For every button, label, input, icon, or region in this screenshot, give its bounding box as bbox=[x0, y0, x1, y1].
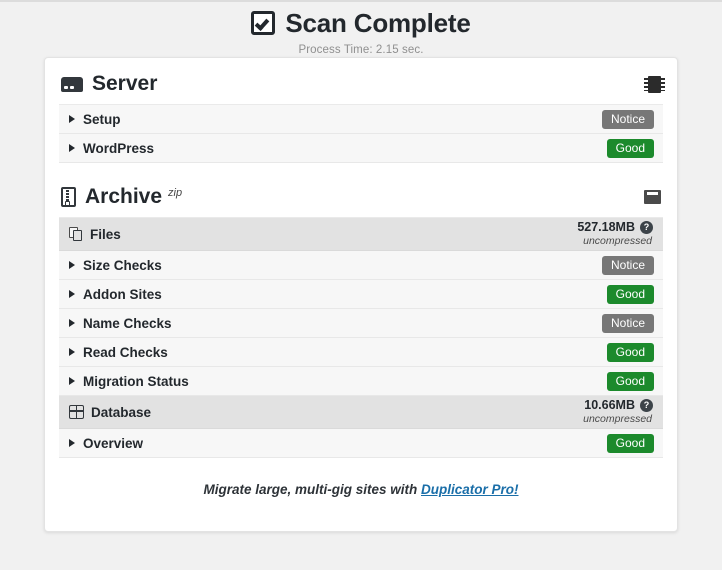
archive-format-superscript: zip bbox=[168, 187, 183, 199]
group-text: Files bbox=[90, 226, 121, 242]
help-circle-icon[interactable]: ? bbox=[640, 399, 653, 413]
chevron-right-icon[interactable] bbox=[69, 290, 75, 298]
row-text: Size Checks bbox=[83, 257, 162, 273]
status-badge: Good bbox=[606, 284, 654, 304]
row-text: Overview bbox=[83, 435, 144, 451]
row-label-migration-status: Migration Status bbox=[69, 374, 189, 389]
table-row[interactable]: Overview Good bbox=[59, 429, 663, 458]
row-text: Migration Status bbox=[83, 373, 189, 389]
group-text: Database bbox=[91, 404, 152, 420]
row-text: Addon Sites bbox=[83, 286, 162, 302]
files-size-note: uncompressed bbox=[583, 234, 652, 247]
chevron-right-icon[interactable] bbox=[69, 261, 75, 269]
microchip-icon bbox=[644, 75, 665, 93]
checkbox-checked-icon bbox=[251, 11, 276, 35]
table-row[interactable]: Addon Sites Good bbox=[59, 280, 663, 309]
status-badge: Notice bbox=[601, 313, 654, 333]
group-header-files[interactable]: Files 527.18MB ? uncompressed bbox=[59, 218, 663, 251]
file-zip-icon bbox=[61, 187, 76, 207]
section-label-archive: Archive bbox=[85, 185, 163, 208]
group-header-database[interactable]: Database 10.66MB ? uncompressed bbox=[59, 396, 663, 429]
process-time-text: Process Time: 2.15 sec. bbox=[298, 44, 424, 56]
footer-promo: Migrate large, multi-gig sites with Dupl… bbox=[59, 458, 663, 497]
row-text: Read Checks bbox=[83, 344, 168, 360]
row-text: Setup bbox=[83, 111, 121, 127]
page-title-row: Scan Complete bbox=[251, 8, 471, 38]
table-row[interactable]: Read Checks Good bbox=[59, 338, 663, 367]
duplicator-pro-link[interactable]: Duplicator Pro! bbox=[421, 482, 519, 497]
database-size-block: 10.66MB ? uncompressed bbox=[583, 399, 654, 424]
table-row[interactable]: Setup Notice bbox=[59, 105, 663, 134]
database-size-line: 10.66MB ? bbox=[583, 398, 653, 413]
section-label-server: Server bbox=[92, 72, 158, 95]
row-text: Name Checks bbox=[83, 315, 172, 331]
group-label-files: Files bbox=[69, 226, 121, 242]
group-label-database: Database bbox=[69, 405, 151, 420]
status-badge: Notice bbox=[601, 109, 654, 129]
copy-icon bbox=[69, 226, 83, 242]
database-size-note: uncompressed bbox=[583, 412, 652, 425]
table-row[interactable]: Migration Status Good bbox=[59, 367, 663, 396]
row-label-name-checks: Name Checks bbox=[69, 316, 172, 331]
status-badge: Good bbox=[606, 342, 654, 362]
scan-results-panel: Server Setup Notice WordPress Good Archi… bbox=[44, 57, 678, 532]
section-title-archive: Archive zip bbox=[61, 185, 182, 209]
row-label-overview: Overview bbox=[69, 436, 143, 451]
row-label-size-checks: Size Checks bbox=[69, 258, 162, 273]
page-title: Scan Complete bbox=[285, 8, 471, 38]
section-title-server: Server bbox=[61, 72, 157, 96]
chevron-right-icon[interactable] bbox=[69, 144, 75, 152]
status-badge: Notice bbox=[601, 255, 654, 275]
chevron-right-icon[interactable] bbox=[69, 115, 75, 123]
table-row[interactable]: Size Checks Notice bbox=[59, 251, 663, 280]
status-badge: Good bbox=[606, 138, 654, 158]
row-label-setup: Setup bbox=[69, 112, 121, 127]
chevron-right-icon[interactable] bbox=[69, 348, 75, 356]
chevron-right-icon[interactable] bbox=[69, 319, 75, 327]
hdd-icon bbox=[61, 76, 83, 92]
row-label-wordpress: WordPress bbox=[69, 141, 154, 156]
section-header-archive: Archive zip bbox=[59, 163, 663, 218]
row-label-read-checks: Read Checks bbox=[69, 345, 168, 360]
table-row[interactable]: WordPress Good bbox=[59, 134, 663, 163]
section-header-server: Server bbox=[59, 58, 665, 105]
status-badge: Good bbox=[606, 433, 654, 453]
row-text: WordPress bbox=[83, 140, 155, 156]
table-icon bbox=[69, 405, 84, 419]
row-label-addon-sites: Addon Sites bbox=[69, 287, 162, 302]
table-row[interactable]: Name Checks Notice bbox=[59, 309, 663, 338]
status-badge: Good bbox=[606, 371, 654, 391]
footer-text: Migrate large, multi-gig sites with bbox=[203, 482, 421, 497]
save-icon bbox=[644, 190, 661, 204]
files-size-block: 527.18MB ? uncompressed bbox=[577, 221, 654, 246]
files-size-value: 527.18MB bbox=[577, 220, 635, 235]
help-circle-icon[interactable]: ? bbox=[640, 221, 653, 235]
files-size-line: 527.18MB ? bbox=[577, 220, 653, 235]
database-size-value: 10.66MB bbox=[584, 398, 635, 413]
chevron-right-icon[interactable] bbox=[69, 439, 75, 447]
page-header: Scan Complete Process Time: 2.15 sec. bbox=[0, 2, 722, 56]
chevron-right-icon[interactable] bbox=[69, 377, 75, 385]
